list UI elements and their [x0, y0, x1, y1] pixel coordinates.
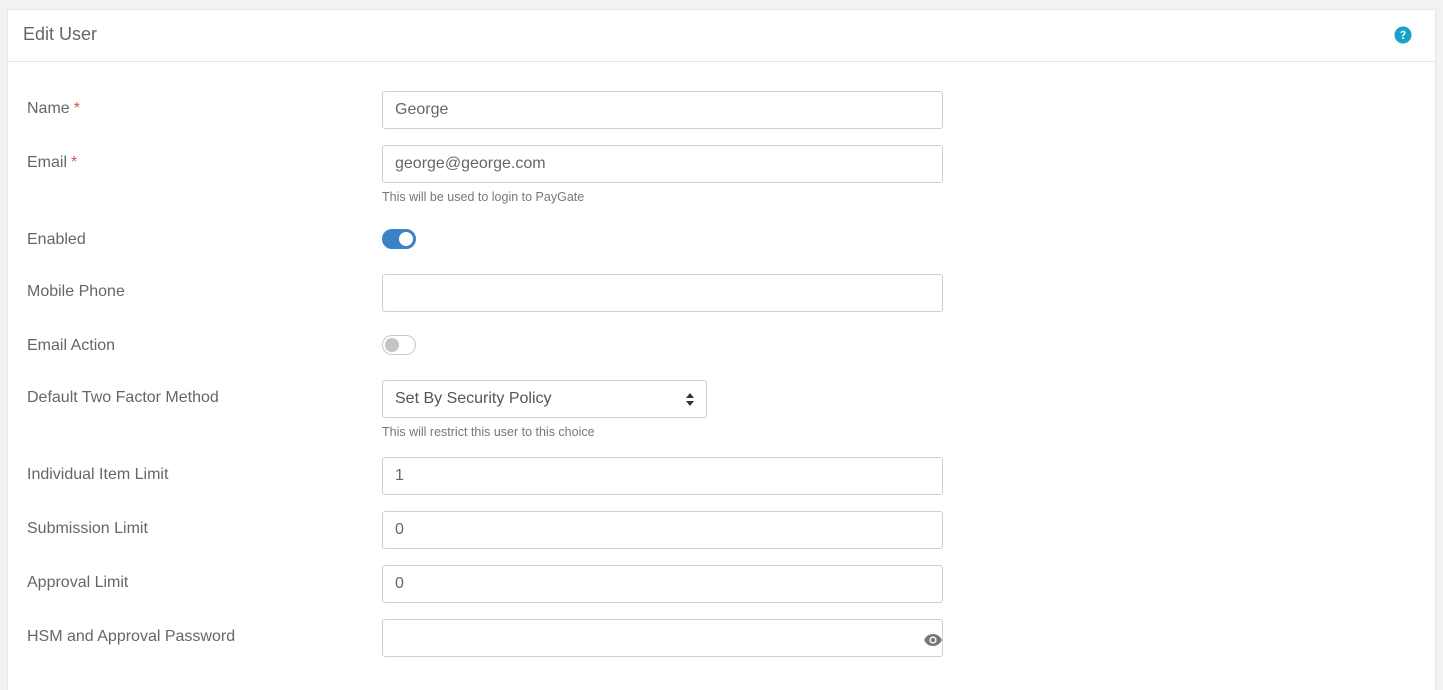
- email-label: Email *: [27, 154, 77, 172]
- email-action-label: Email Action: [27, 337, 116, 354]
- submission-limit-label: Submission Limit: [27, 520, 148, 537]
- two-factor-help-text: This will restrict this user to this cho…: [382, 425, 595, 439]
- eye-icon[interactable]: [923, 633, 943, 647]
- hsm-password-label: HSM and Approval Password: [27, 628, 236, 645]
- name-label-text: Name: [27, 100, 70, 117]
- toggle-knob: [399, 232, 413, 246]
- approval-limit-input[interactable]: [382, 565, 943, 603]
- individual-item-limit-input[interactable]: [382, 457, 943, 495]
- email-input[interactable]: [382, 145, 943, 183]
- two-factor-label: Default Two Factor Method: [27, 389, 219, 406]
- name-label: Name *: [27, 100, 80, 118]
- mobile-phone-input[interactable]: [382, 274, 943, 312]
- email-help-text: This will be used to login to PayGate: [382, 190, 585, 204]
- email-action-toggle[interactable]: [382, 335, 416, 355]
- card-header: Edit User: [8, 10, 1435, 62]
- toggle-knob: [385, 338, 399, 352]
- two-factor-select[interactable]: Set By Security Policy: [382, 380, 707, 418]
- two-factor-selected-value: Set By Security Policy: [395, 390, 552, 407]
- email-label-text: Email: [27, 154, 68, 171]
- submission-limit-input[interactable]: [382, 511, 943, 549]
- approval-limit-label: Approval Limit: [27, 574, 129, 591]
- hsm-password-input[interactable]: [382, 619, 943, 657]
- individual-item-limit-label: Individual Item Limit: [27, 466, 169, 483]
- enabled-toggle[interactable]: [382, 229, 416, 249]
- required-mark: *: [71, 154, 78, 171]
- sort-arrows-icon: [686, 393, 694, 406]
- edit-user-card: Edit User Name* Email* This will be used…: [7, 9, 1436, 690]
- page-title: Edit User: [23, 24, 98, 44]
- name-input[interactable]: [382, 91, 943, 129]
- mobile-phone-label: Mobile Phone: [27, 283, 125, 300]
- enabled-label: Enabled: [27, 231, 86, 248]
- required-mark: *: [73, 100, 80, 117]
- question-circle-icon[interactable]: [1394, 26, 1412, 44]
